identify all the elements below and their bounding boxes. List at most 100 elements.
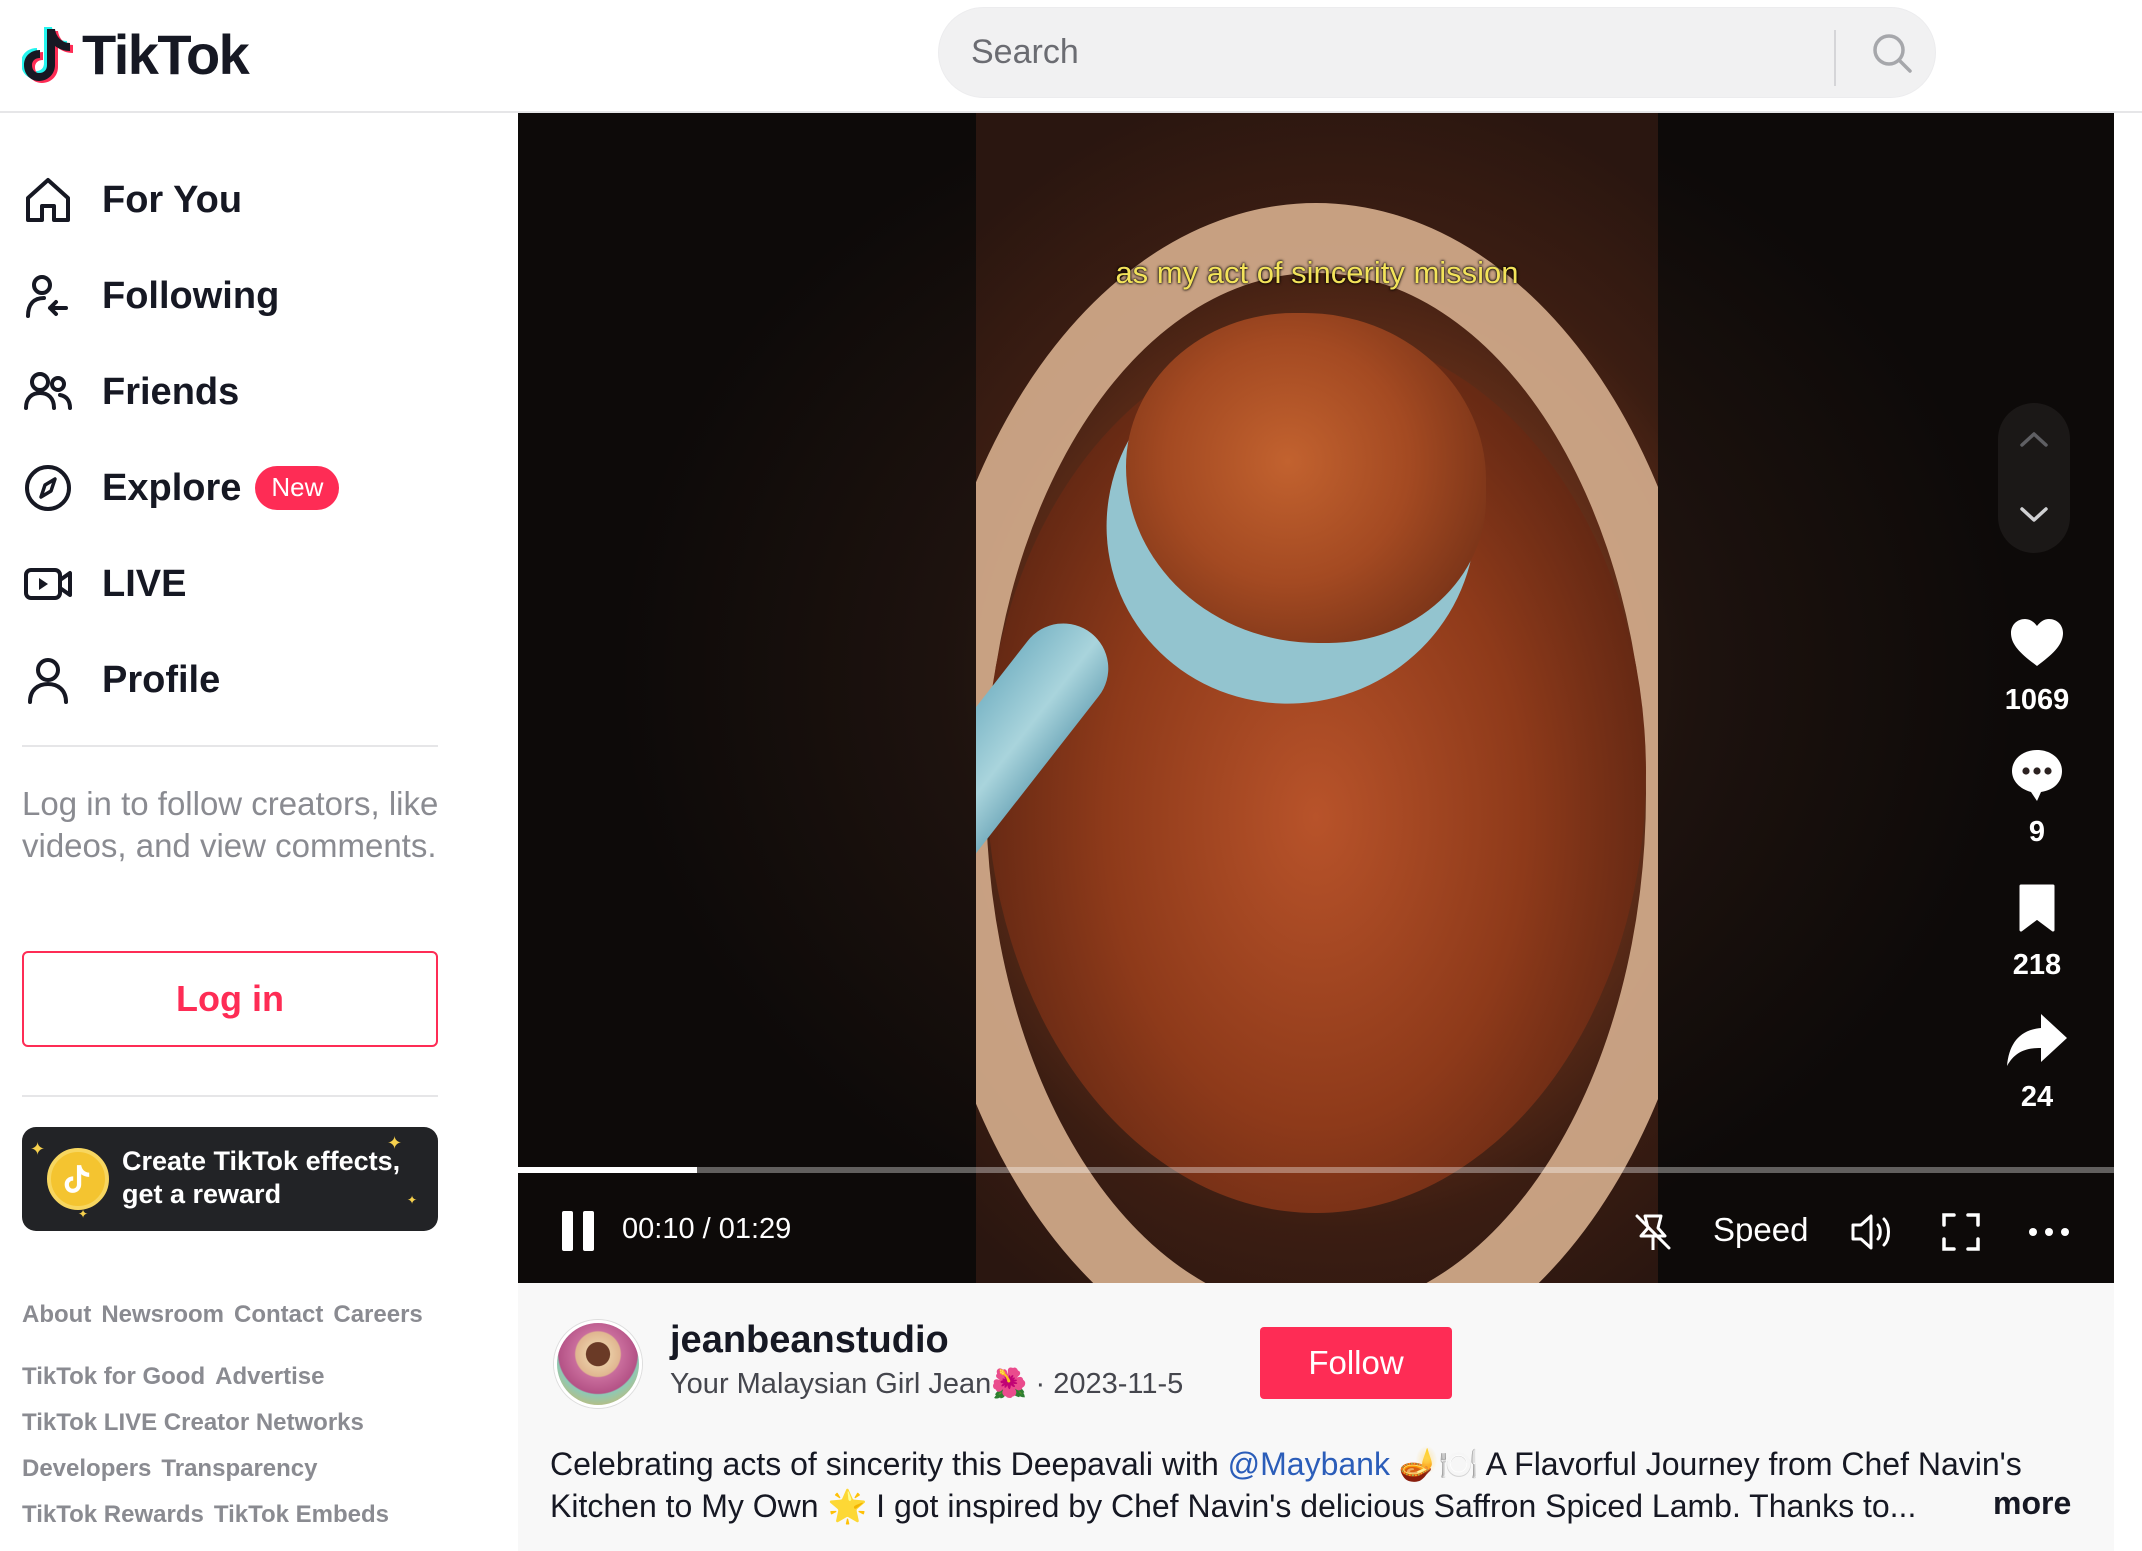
share-count: 24: [2020, 1081, 2054, 1113]
video-time: 00:10 / 01:29: [622, 1213, 792, 1245]
effects-banner-text: Create TikTok effects, get a reward: [122, 1145, 400, 1211]
fullscreen-button[interactable]: [1934, 1205, 1988, 1259]
sidebar-item-label: Explore: [102, 466, 242, 509]
creator-avatar[interactable]: [554, 1320, 642, 1408]
footer-row: TikTok for Good Advertise: [22, 1363, 335, 1391]
chevron-down-icon: [2020, 507, 2048, 522]
search-bar: [938, 7, 1936, 98]
sidebar-divider: [22, 745, 438, 747]
description-text: Celebrating acts of sincerity this Deepa…: [550, 1446, 1228, 1482]
previous-video-button[interactable]: [2010, 415, 2058, 463]
comment-icon: [1992, 740, 2082, 810]
pause-icon: [583, 1211, 594, 1251]
footer-row: TikTok LIVE Creator Networks: [22, 1409, 374, 1437]
logo-wordmark: TikTok: [82, 23, 250, 86]
like-count: 1069: [2004, 684, 2070, 716]
bookmark-icon: [1992, 873, 2082, 943]
footer-link-newsroom[interactable]: Newsroom: [101, 1301, 224, 1328]
sidebar-item-for-you[interactable]: For You: [22, 160, 242, 240]
footer-link-tiktok-rewards[interactable]: TikTok Rewards: [22, 1501, 204, 1528]
creator-display-name: Your Malaysian Girl Jean🌺: [670, 1368, 1028, 1400]
sparkle-icon: ✦: [407, 1193, 418, 1207]
separator-dot: ·: [1027, 1368, 1054, 1400]
sidebar-item-label: LIVE: [102, 562, 187, 605]
top-header: TikTok: [0, 0, 2142, 113]
search-icon: [1873, 34, 1912, 73]
compass-icon: [22, 456, 86, 520]
pin-off-icon: [1635, 1214, 1671, 1250]
volume-icon: [1851, 1214, 1890, 1250]
pause-button[interactable]: [562, 1211, 602, 1253]
next-video-button[interactable]: [2010, 491, 2058, 539]
heart-icon: [1992, 608, 2082, 678]
more-button[interactable]: more: [1993, 1485, 2071, 1522]
speed-button[interactable]: Speed: [1713, 1211, 1808, 1249]
sidebar-item-profile[interactable]: Profile: [22, 640, 220, 720]
like-action[interactable]: 1069: [1992, 608, 2082, 717]
video-player[interactable]: as my act of sincerity mission 1069 9 21…: [518, 113, 2114, 1283]
sparkle-icon: ✦: [30, 1139, 46, 1159]
video-navigation: [1998, 403, 2070, 553]
sidebar-item-label: Friends: [102, 370, 240, 413]
sidebar-item-live[interactable]: LIVE: [22, 544, 186, 624]
footer-row: TikTok Rewards TikTok Embeds: [22, 1501, 399, 1529]
share-icon: [1992, 1005, 2082, 1075]
mention-link[interactable]: @Maybank: [1228, 1446, 1390, 1482]
sidebar-item-following[interactable]: Following: [22, 256, 279, 336]
search-button[interactable]: [1857, 18, 1927, 88]
fullscreen-icon: [1942, 1213, 1980, 1251]
player-controls: 00:10 / 01:29 Speed: [518, 1183, 2114, 1283]
create-effects-banner[interactable]: ✦ ✦ ✦ ✦ Create TikTok effects, get a rew…: [22, 1127, 438, 1231]
sidebar-item-label: Following: [102, 274, 280, 317]
volume-button[interactable]: [1846, 1205, 1900, 1259]
post-info: jeanbeanstudio Your Malaysian Girl Jean🌺…: [518, 1283, 2114, 1551]
comment-count: 9: [2028, 816, 2046, 848]
floating-player-button[interactable]: [1626, 1205, 1680, 1259]
effects-coin-icon: [47, 1148, 109, 1210]
login-prompt-text: Log in to follow creators, like videos, …: [22, 785, 439, 864]
footer-link-advertise[interactable]: Advertise: [215, 1363, 324, 1390]
login-button[interactable]: Log in: [22, 951, 438, 1047]
more-options-button[interactable]: [2022, 1205, 2076, 1259]
footer-link-live-creator-networks[interactable]: TikTok LIVE Creator Networks: [22, 1409, 364, 1436]
comment-action[interactable]: 9: [1992, 740, 2082, 849]
sidebar-divider: [22, 1095, 438, 1097]
more-icon: [2029, 1228, 2069, 1236]
footer-link-contact[interactable]: Contact: [234, 1301, 323, 1328]
home-icon: [22, 168, 86, 232]
progress-bar[interactable]: [518, 1167, 2114, 1173]
video-frame[interactable]: as my act of sincerity mission: [976, 113, 1658, 1283]
effects-line-1: Create TikTok effects,: [122, 1146, 401, 1176]
tiktok-logo[interactable]: TikTok: [22, 22, 250, 87]
footer-row: Developers Transparency: [22, 1455, 328, 1483]
following-icon: [22, 264, 86, 328]
footer-link-developers[interactable]: Developers: [22, 1455, 151, 1482]
follow-button[interactable]: Follow: [1260, 1327, 1452, 1399]
live-icon: [22, 552, 86, 616]
video-caption: as my act of sincerity mission: [1115, 255, 1519, 290]
share-action[interactable]: 24: [1992, 1005, 2082, 1114]
sidebar-item-explore[interactable]: Explore New: [22, 448, 340, 528]
footer-link-tiktok-embeds[interactable]: TikTok Embeds: [214, 1501, 389, 1528]
search-input[interactable]: [971, 8, 1851, 97]
pause-icon: [562, 1211, 573, 1251]
footer-link-tiktok-for-good[interactable]: TikTok for Good: [22, 1363, 205, 1390]
footer-link-transparency[interactable]: Transparency: [161, 1455, 317, 1482]
footer-link-about[interactable]: About: [22, 1301, 91, 1328]
effects-line-2: get a reward: [122, 1179, 282, 1209]
sidebar-item-friends[interactable]: Friends: [22, 352, 239, 432]
save-count: 218: [2012, 949, 2062, 981]
new-badge: New: [255, 466, 340, 510]
sidebar-item-label: Profile: [102, 658, 221, 701]
progress-fill: [518, 1167, 697, 1173]
search-divider: [1834, 30, 1836, 86]
save-action[interactable]: 218: [1992, 873, 2082, 982]
sidebar-item-label: For You: [102, 178, 243, 221]
post-date: 2023-11-5: [1053, 1368, 1184, 1400]
creator-subline: Your Malaysian Girl Jean🌺 · 2023-11-5: [670, 1367, 1183, 1401]
tiktok-logo-icon: [22, 26, 73, 83]
footer-row: About Newsroom Contact Careers: [22, 1301, 433, 1329]
chevron-up-icon: [2020, 432, 2048, 447]
creator-username[interactable]: jeanbeanstudio: [670, 1319, 949, 1362]
footer-link-careers[interactable]: Careers: [333, 1301, 422, 1328]
